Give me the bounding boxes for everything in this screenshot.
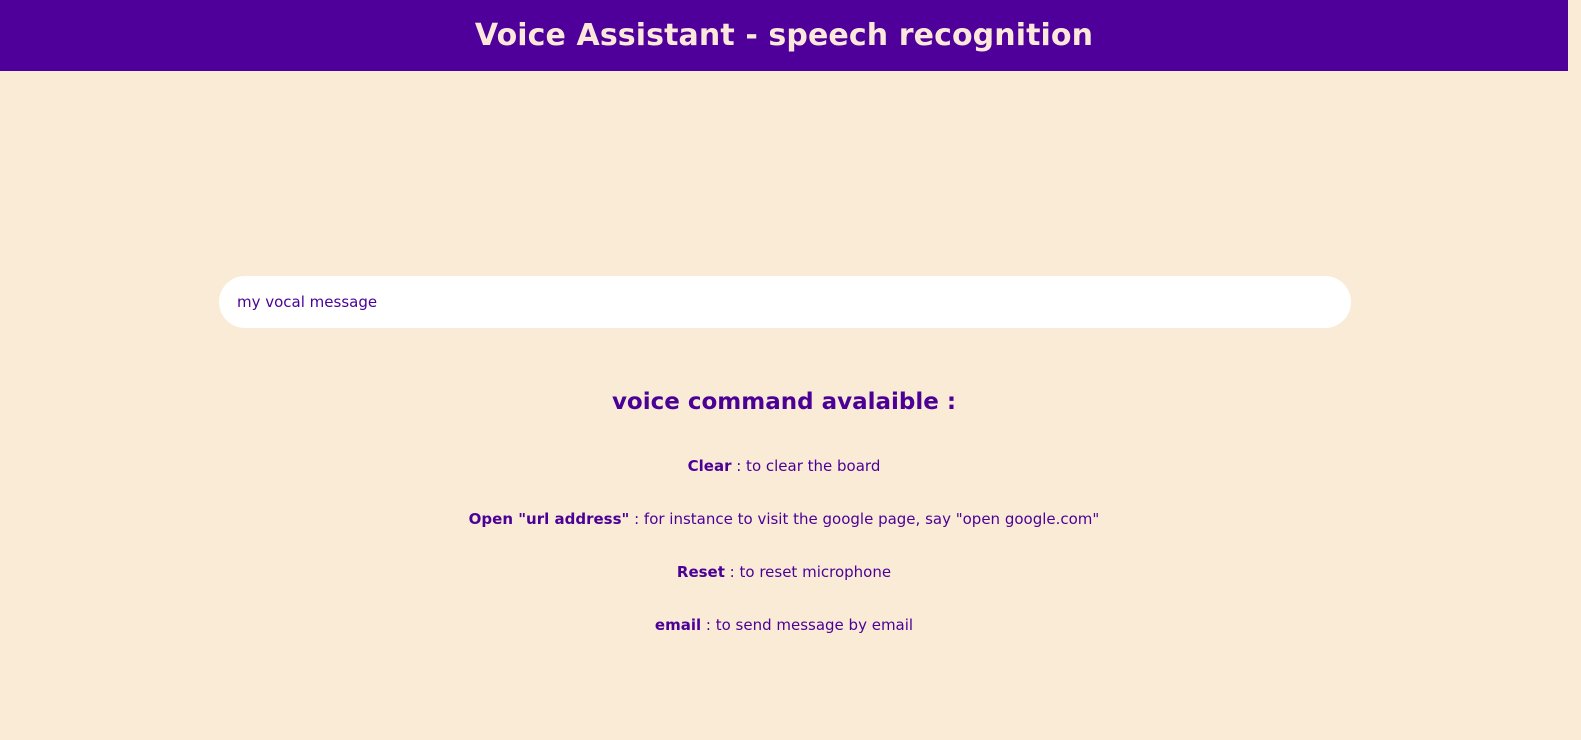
app-header: Voice Assistant - speech recognition: [0, 0, 1568, 71]
vocal-message-input[interactable]: [219, 276, 1351, 328]
command-description: : to reset microphone: [724, 563, 892, 581]
command-item-clear: Clear : to clear the board: [0, 455, 1568, 508]
command-item-open-url: Open "url address" : for instance to vis…: [0, 508, 1568, 561]
command-keyword: Open "url address": [468, 510, 630, 528]
command-description: : to clear the board: [731, 457, 881, 475]
command-item-reset: Reset : to reset microphone: [0, 561, 1568, 614]
command-description: : for instance to visit the google page,…: [629, 510, 1100, 528]
command-item-email: email : to send message by email: [0, 614, 1568, 667]
command-keyword: Clear: [687, 457, 732, 475]
command-keyword: email: [654, 616, 702, 634]
voice-command-list: Clear : to clear the board Open "url add…: [0, 455, 1568, 667]
command-keyword: Reset: [676, 563, 725, 581]
scrollbar-track[interactable]: [1568, 0, 1581, 740]
app-title: Voice Assistant - speech recognition: [474, 17, 1094, 53]
voice-commands-title: voice command avalaible :: [611, 389, 957, 415]
command-description: : to send message by email: [701, 616, 914, 634]
